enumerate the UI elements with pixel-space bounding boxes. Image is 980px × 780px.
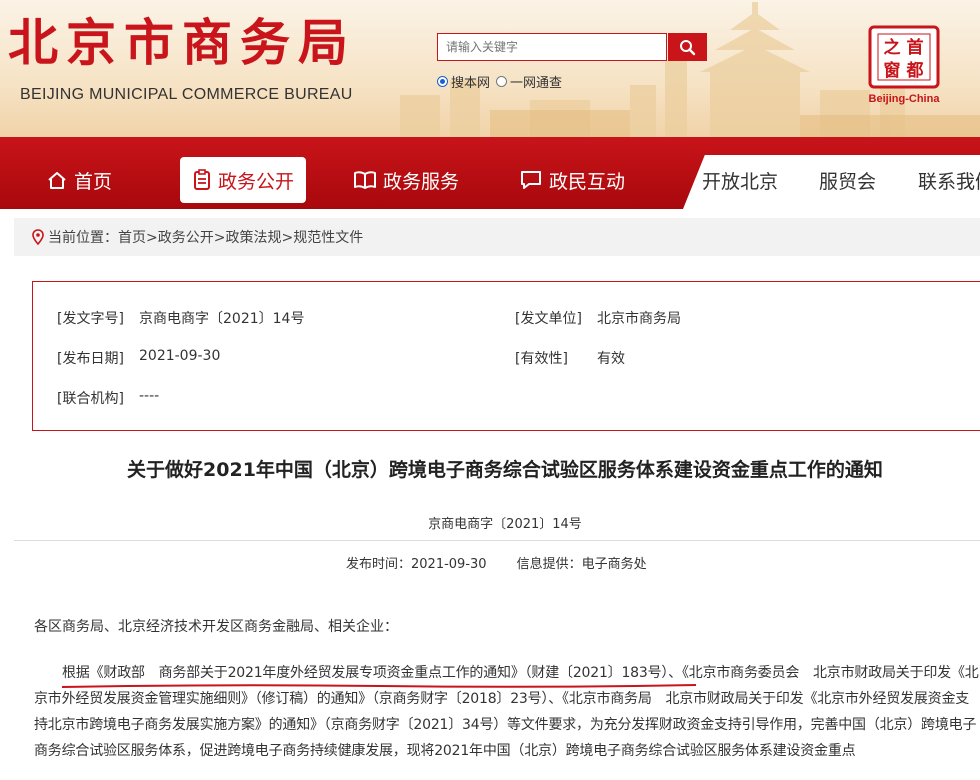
chat-icon bbox=[521, 171, 541, 189]
nav-item-label: 首页 bbox=[74, 170, 113, 193]
site-header: 北京市商务局 BEIJING MUNICIPAL COMMERCE BUREAU… bbox=[0, 0, 980, 137]
nav-item-label: 联系我们 bbox=[918, 170, 980, 193]
nav-item-home[interactable]: 首页 bbox=[46, 157, 112, 203]
badge-char: 之 bbox=[884, 37, 901, 58]
scope-option-site[interactable]: 搜本网 bbox=[437, 72, 490, 91]
publish-time: 发布时间：2021-09-30 bbox=[346, 557, 487, 572]
breadcrumb-prefix: 当前位置： bbox=[48, 230, 118, 246]
badge-char: 首 bbox=[907, 37, 924, 58]
article-salutation: 各区商务局、北京经济技术开发区商务金融局、相关企业： bbox=[34, 619, 398, 635]
meta-value: ---- bbox=[139, 388, 160, 404]
nav-item-open-beijing[interactable]: 开放北京 bbox=[702, 157, 778, 203]
meta-validity: [有效性] 有效 bbox=[515, 348, 625, 368]
nav-item-label: 政务公开 bbox=[218, 170, 295, 193]
article-publish-info: 发布时间：2021-09-30 信息提供：电子商务处 bbox=[346, 553, 677, 572]
meta-value: 2021-09-30 bbox=[139, 348, 221, 364]
nav-item-contact[interactable]: 联系我们 bbox=[918, 157, 980, 203]
meta-issuer: [发文单位] 北京市商务局 bbox=[515, 308, 681, 328]
book-icon bbox=[354, 171, 376, 189]
badge-char: 都 bbox=[906, 60, 924, 81]
meta-label: [有效性] bbox=[515, 351, 568, 367]
meta-value: 京商电商字〔2021〕14号 bbox=[139, 311, 305, 327]
site-logo-english: BEIJING MUNICIPAL COMMERCE BUREAU bbox=[20, 86, 353, 103]
meta-label: [发文字号] bbox=[57, 311, 124, 327]
meta-publish-date: [发布日期] 2021-09-30 bbox=[57, 348, 220, 368]
document-meta-box: [发文字号] 京商电商字〔2021〕14号 [发文单位] 北京市商务局 [发布日… bbox=[32, 281, 980, 431]
breadcrumb-text: 当前位置：首页>政务公开>政策法规>规范性文件 bbox=[48, 227, 363, 247]
nav-item-government-services[interactable]: 政务服务 bbox=[353, 157, 459, 203]
main-navigation: 首页 政务公开 政务服务 政民互动 开放北京 服贸会 联系我们 bbox=[0, 137, 980, 209]
radio-selected-icon[interactable] bbox=[437, 76, 448, 87]
radio-unselected-icon[interactable] bbox=[496, 76, 508, 87]
site-logo-chinese[interactable]: 北京市商务局 bbox=[8, 18, 356, 68]
search-scope: 搜本网 一网通查 bbox=[437, 72, 568, 91]
divider bbox=[14, 540, 980, 541]
nav-item-interaction[interactable]: 政民互动 bbox=[519, 157, 625, 203]
meta-value: 北京市商务局 bbox=[597, 311, 681, 327]
search-button[interactable] bbox=[668, 33, 707, 61]
nav-item-ciftis[interactable]: 服贸会 bbox=[819, 157, 876, 203]
nav-item-label: 政民互动 bbox=[549, 170, 626, 193]
info-provider: 信息提供：电子商务处 bbox=[516, 557, 647, 572]
badge-caption: Beijing-China bbox=[869, 93, 940, 105]
meta-label: [发文单位] bbox=[515, 311, 582, 327]
meta-joint-agency: [联合机构] ---- bbox=[57, 388, 159, 408]
badge-char: 窗 bbox=[884, 60, 901, 81]
nav-item-government-affairs[interactable]: 政务公开 bbox=[180, 157, 307, 203]
article-doc-number: 京商电商字〔2021〕14号 bbox=[428, 517, 582, 532]
location-pin-icon bbox=[32, 229, 44, 245]
meta-value: 有效 bbox=[597, 351, 625, 367]
document-icon bbox=[194, 169, 210, 190]
search-icon bbox=[680, 40, 696, 56]
nav-item-label: 政务服务 bbox=[383, 170, 460, 193]
article-title: 关于做好2021年中国（北京）跨境电子商务综合试验区服务体系建设资金重点工作的通… bbox=[127, 459, 883, 481]
nav-item-label: 开放北京 bbox=[702, 170, 779, 193]
meta-label: [联合机构] bbox=[57, 391, 124, 407]
scope-option-all[interactable]: 一网通查 bbox=[496, 72, 562, 91]
home-icon bbox=[48, 172, 66, 189]
scope-option-label: 搜本网 bbox=[451, 76, 491, 91]
scope-option-label: 一网通查 bbox=[510, 76, 563, 91]
article-paragraph: 根据《财政部 商务部关于2021年度外经贸发展专项资金重点工作的通知》（财建〔2… bbox=[34, 665, 979, 759]
meta-label: [发布日期] bbox=[57, 351, 124, 367]
meta-doc-number: [发文字号] 京商电商字〔2021〕14号 bbox=[57, 308, 304, 328]
capital-window-badge[interactable]: 首 都 之 窗 Beijing-China bbox=[868, 25, 940, 105]
search-input[interactable] bbox=[437, 33, 667, 61]
handwritten-underline bbox=[61, 684, 697, 688]
breadcrumb: 当前位置：首页>政务公开>政策法规>规范性文件 bbox=[14, 218, 980, 256]
breadcrumb-path[interactable]: 首页>政务公开>政策法规>规范性文件 bbox=[118, 230, 363, 246]
nav-item-label: 服贸会 bbox=[819, 170, 877, 193]
